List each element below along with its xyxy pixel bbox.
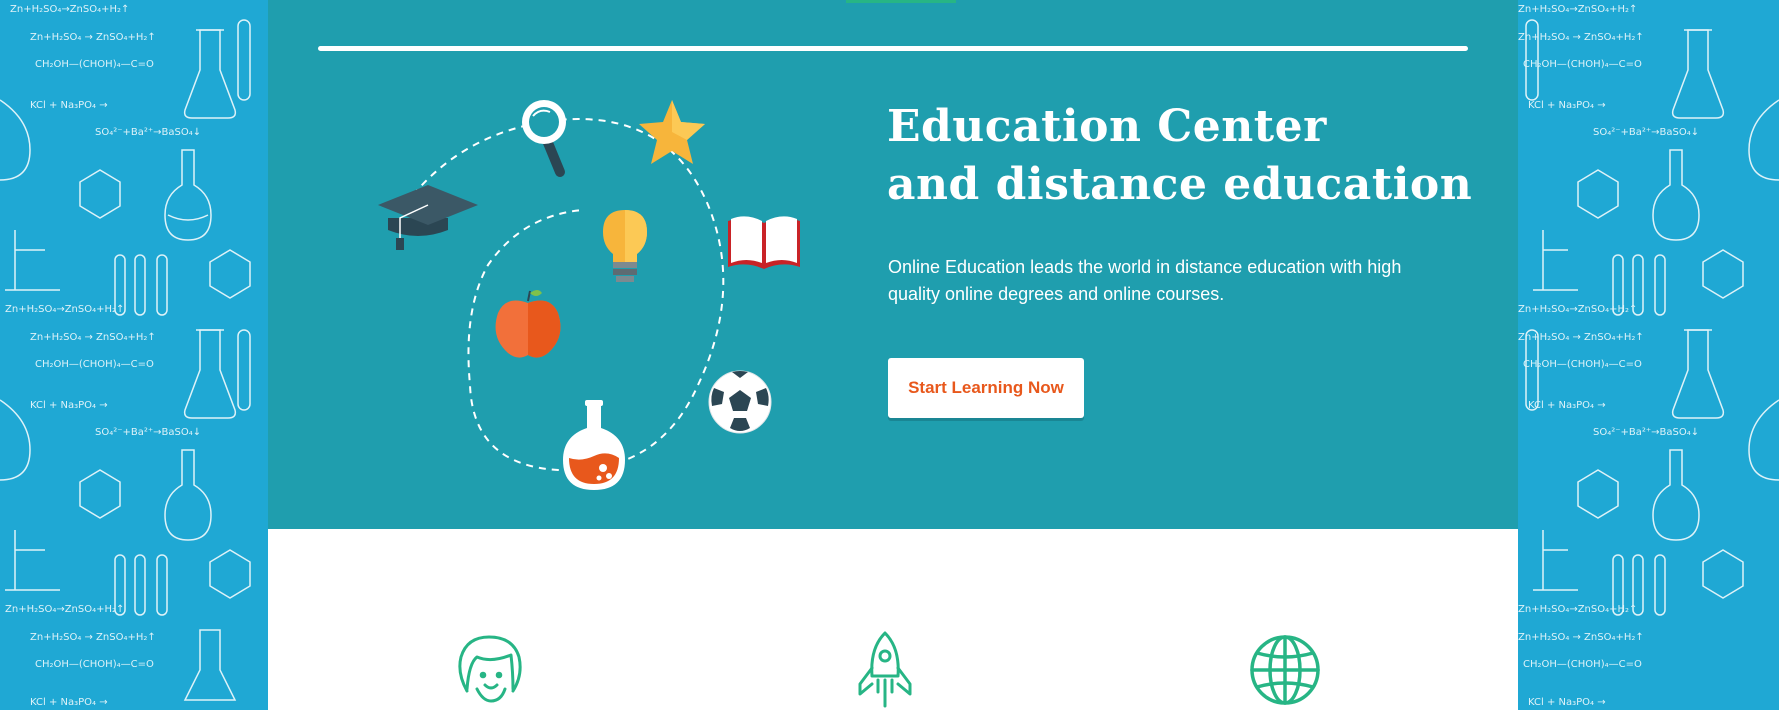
dashed-orbit-path — [412, 118, 725, 472]
svg-text:Zn+H₂SO₄ → ZnSO₄+H₂↑: Zn+H₂SO₄ → ZnSO₄+H₂↑ — [30, 332, 156, 343]
magnifier-icon — [522, 100, 566, 177]
nav-active-indicator — [846, 0, 956, 3]
svg-text:CH₂OH—(CHOH)₄—C=O: CH₂OH—(CHOH)₄—C=O — [35, 659, 154, 670]
hero-illustration — [358, 95, 808, 510]
svg-text:Zn+H₂SO₄→ZnSO₄+H₂↑: Zn+H₂SO₄→ZnSO₄+H₂↑ — [1518, 604, 1637, 615]
svg-text:CH₂OH—(CHOH)₄—C=O: CH₂OH—(CHOH)₄—C=O — [1523, 59, 1642, 70]
start-learning-button[interactable]: Start Learning Now — [888, 358, 1084, 418]
svg-text:KCl + Na₃PO₄ →: KCl + Na₃PO₄ → — [30, 100, 108, 111]
svg-text:Zn+H₂SO₄ → ZnSO₄+H₂↑: Zn+H₂SO₄ → ZnSO₄+H₂↑ — [1518, 32, 1644, 43]
hero-title-line1: Education Center — [887, 101, 1327, 152]
svg-text:SO₄²⁻+Ba²⁺→BaSO₄↓: SO₄²⁻+Ba²⁺→BaSO₄↓ — [95, 127, 201, 138]
lightbulb-icon — [603, 210, 647, 282]
svg-text:CH₂OH—(CHOH)₄—C=O: CH₂OH—(CHOH)₄—C=O — [35, 59, 154, 70]
main-content: Education Center and distance education … — [268, 0, 1518, 710]
svg-text:CH₂OH—(CHOH)₄—C=O: CH₂OH—(CHOH)₄—C=O — [1523, 659, 1642, 670]
book-icon — [728, 216, 800, 269]
svg-text:SO₄²⁻+Ba²⁺→BaSO₄↓: SO₄²⁻+Ba²⁺→BaSO₄↓ — [1593, 427, 1699, 438]
round-flask-doodle-icon — [1652, 99, 1779, 541]
svg-text:Zn+H₂SO₄→ZnSO₄+H₂↑: Zn+H₂SO₄→ZnSO₄+H₂↑ — [5, 604, 124, 615]
svg-text:Zn+H₂SO₄ → ZnSO₄+H₂↑: Zn+H₂SO₄ → ZnSO₄+H₂↑ — [30, 632, 156, 643]
hero-description: Online Education leads the world in dist… — [888, 257, 1402, 304]
hero-title-line2: and distance education — [887, 159, 1473, 210]
flask-icon — [563, 400, 625, 490]
right-chemistry-background: Zn+H₂SO₄→ZnSO₄+H₂↑ Zn+H₂SO₄ → ZnSO₄+H₂↑ … — [1518, 0, 1779, 710]
globe-icon — [1248, 633, 1322, 710]
left-chemistry-background: Zn+H₂SO₄→ZnSO₄+H₂↑ Zn+H₂SO₄ → ZnSO₄+H₂↑ … — [0, 0, 268, 710]
hero-title: Education Center and distance education — [887, 98, 1487, 214]
svg-text:Zn+H₂SO₄→ZnSO₄+H₂↑: Zn+H₂SO₄→ZnSO₄+H₂↑ — [1518, 4, 1637, 15]
features-section — [268, 529, 1518, 710]
svg-text:KCl + Na₃PO₄ →: KCl + Na₃PO₄ → — [30, 697, 108, 708]
svg-text:KCl + Na₃PO₄ →: KCl + Na₃PO₄ → — [1528, 697, 1606, 708]
apple-icon — [495, 290, 561, 358]
girl-face-icon — [455, 633, 525, 710]
svg-text:CH₂OH—(CHOH)₄—C=O: CH₂OH—(CHOH)₄—C=O — [35, 359, 154, 370]
graduation-cap-icon — [378, 185, 478, 250]
svg-text:Zn+H₂SO₄→ZnSO₄+H₂↑: Zn+H₂SO₄→ZnSO₄+H₂↑ — [1518, 304, 1637, 315]
formula-doodles: Zn+H₂SO₄→ZnSO₄+H₂↑ Zn+H₂SO₄ → ZnSO₄+H₂↑ … — [1518, 4, 1699, 708]
svg-text:Zn+H₂SO₄→ZnSO₄+H₂↑: Zn+H₂SO₄→ZnSO₄+H₂↑ — [5, 304, 124, 315]
svg-text:KCl + Na₃PO₄ →: KCl + Na₃PO₄ → — [1528, 100, 1606, 111]
svg-text:SO₄²⁻+Ba²⁺→BaSO₄↓: SO₄²⁻+Ba²⁺→BaSO₄↓ — [95, 427, 201, 438]
soccer-ball-icon — [708, 370, 772, 434]
test-tube-doodle-icon — [114, 19, 251, 616]
svg-text:Zn+H₂SO₄ → ZnSO₄+H₂↑: Zn+H₂SO₄ → ZnSO₄+H₂↑ — [30, 32, 156, 43]
hero-section: Education Center and distance education … — [268, 0, 1518, 529]
benzene-doodle-icon — [1577, 169, 1744, 599]
svg-text:Zn+H₂SO₄→ZnSO₄+H₂↑: Zn+H₂SO₄→ZnSO₄+H₂↑ — [10, 4, 129, 15]
svg-text:KCl + Na₃PO₄ →: KCl + Na₃PO₄ → — [1528, 400, 1606, 411]
hero-divider — [318, 46, 1468, 51]
rocket-icon — [856, 630, 914, 710]
svg-text:Zn+H₂SO₄ → ZnSO₄+H₂↑: Zn+H₂SO₄ → ZnSO₄+H₂↑ — [1518, 632, 1644, 643]
star-icon — [639, 100, 705, 164]
svg-text:CH₂OH—(CHOH)₄—C=O: CH₂OH—(CHOH)₄—C=O — [1523, 359, 1642, 370]
svg-text:KCl + Na₃PO₄ →: KCl + Na₃PO₄ → — [30, 400, 108, 411]
svg-text:Zn+H₂SO₄ → ZnSO₄+H₂↑: Zn+H₂SO₄ → ZnSO₄+H₂↑ — [1518, 332, 1644, 343]
svg-text:SO₄²⁻+Ba²⁺→BaSO₄↓: SO₄²⁻+Ba²⁺→BaSO₄↓ — [1593, 127, 1699, 138]
formula-doodles: Zn+H₂SO₄→ZnSO₄+H₂↑ Zn+H₂SO₄ → ZnSO₄+H₂↑ … — [5, 4, 201, 708]
